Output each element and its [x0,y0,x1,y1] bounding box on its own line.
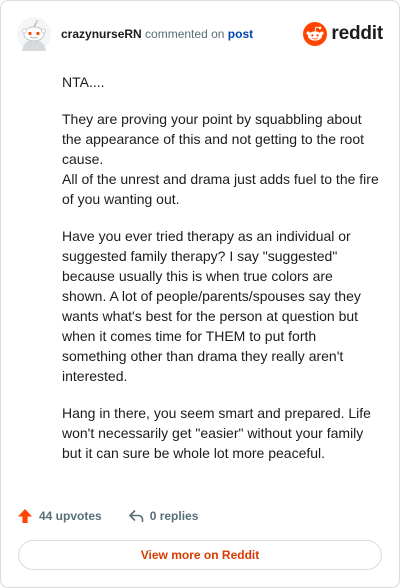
post-link[interactable]: post [228,27,253,41]
comment-author[interactable]: crazynurseRN [61,27,142,41]
view-more-on-reddit-button[interactable]: View more on Reddit [18,540,382,570]
comment-body: NTA.... They are proving your point by s… [62,72,380,480]
comment-meta: crazynurseRN commented on post [61,27,253,41]
upvote-count: 44 upvotes [39,509,102,523]
comment-header: crazynurseRN commented on post reddit [17,17,383,51]
comment-paragraph: All of the unrest and drama just adds fu… [62,171,379,207]
comment-footer: 44 upvotes 0 replies [17,505,224,527]
reddit-brand[interactable]: reddit [303,20,383,48]
reply-button[interactable]: 0 replies [128,508,199,524]
upvote-arrow-icon [18,509,32,523]
reply-arrow-icon [128,510,144,523]
reddit-snoo-avatar-icon[interactable] [17,17,51,51]
upvote-button[interactable]: 44 upvotes [17,508,102,524]
reddit-wordmark: reddit [331,23,383,44]
reddit-alien-logo-icon [303,22,328,46]
comment-paragraph: Hang in there, you seem smart and prepar… [62,405,371,461]
comment-paragraph: Have you ever tried therapy as an indivi… [62,228,361,384]
reply-count: 0 replies [149,509,199,523]
comment-paragraph: NTA.... [62,74,105,90]
comment-action-text: commented on [145,27,225,41]
comment-paragraph: They are proving your point by squabblin… [62,111,364,167]
comment-embed-card: crazynurseRN commented on post reddit NT… [0,0,400,588]
